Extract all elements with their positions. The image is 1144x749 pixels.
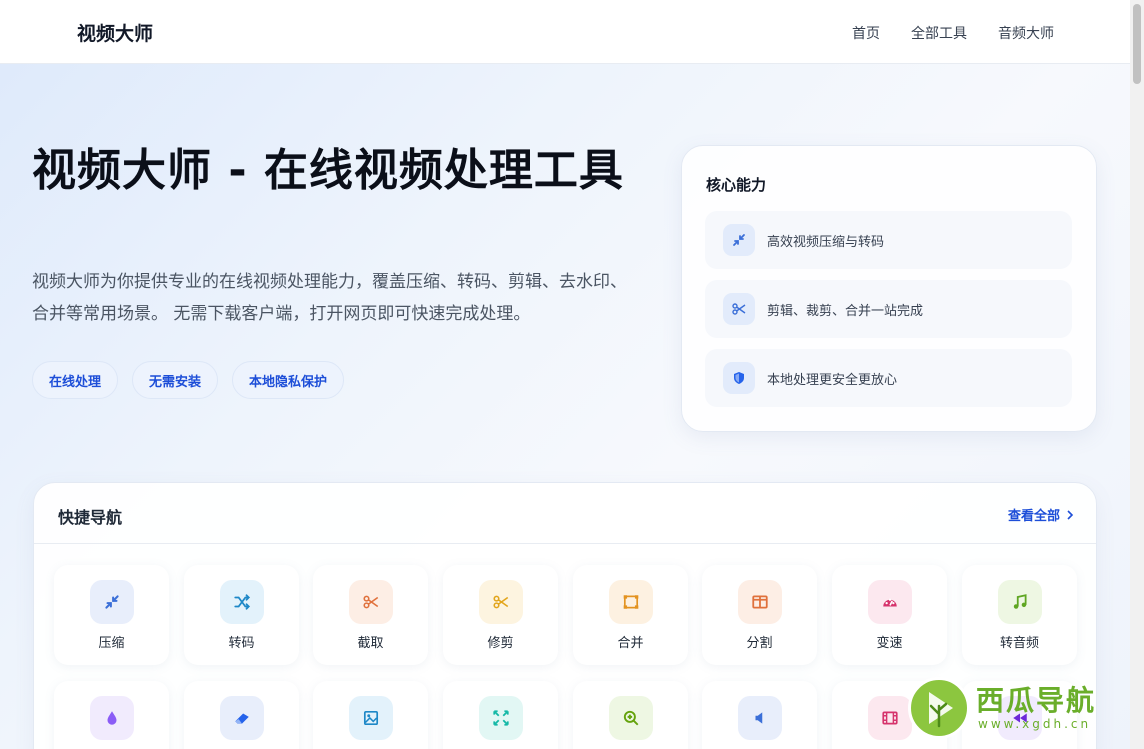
tool-label: 合并 <box>617 636 644 651</box>
zoom-in-icon <box>609 696 653 740</box>
tool-trim[interactable]: 修剪 <box>443 565 558 665</box>
drop-icon <box>90 696 134 740</box>
chevron-right-icon <box>1067 509 1074 520</box>
tool-label: 转码 <box>228 636 255 651</box>
tool-label: 截取 <box>357 636 384 651</box>
tool-to-audio[interactable]: 转音频 <box>962 565 1077 665</box>
tool-label: 压缩 <box>98 636 125 651</box>
page-title: 视频大师 - 在线视频处理工具 <box>32 145 624 196</box>
site-watermark: 西瓜导航 www.xgdh.cn <box>908 675 1128 745</box>
scissors-icon <box>349 580 393 624</box>
split-icon <box>738 580 782 624</box>
compress-icon <box>723 224 755 256</box>
watermark-name: 西瓜导航 <box>976 684 1097 717</box>
merge-frame-icon <box>609 580 653 624</box>
tool-speed[interactable]: 变速 <box>832 565 947 665</box>
quick-nav-title: 快捷导航 <box>58 508 123 527</box>
speedometer-icon <box>868 580 912 624</box>
tool-image[interactable] <box>313 681 428 749</box>
tool-label: 分割 <box>746 636 773 651</box>
tag-local-privacy: 本地隐私保护 <box>232 361 345 399</box>
volume-icon <box>738 696 782 740</box>
core-card-title: 核心能力 <box>706 176 767 194</box>
tool-watermark[interactable] <box>54 681 169 749</box>
core-item-text: 剪辑、裁剪、合并一站完成 <box>767 303 924 319</box>
tool-volume[interactable] <box>702 681 817 749</box>
tool-resize[interactable] <box>443 681 558 749</box>
tool-zoom[interactable] <box>573 681 688 749</box>
core-capabilities-card: 核心能力 高效视频压缩与转码 剪辑、裁剪、合并一站完成 本地处理更安全更放心 <box>681 145 1097 432</box>
tool-label: 修剪 <box>487 636 514 651</box>
core-item-edit: 剪辑、裁剪、合并一站完成 <box>705 280 1072 338</box>
tool-compress[interactable]: 压缩 <box>54 565 169 665</box>
view-all-link[interactable]: 查看全部 <box>1008 505 1074 524</box>
hero-description: 视频大师为你提供专业的在线视频处理能力，覆盖压缩、转码、剪辑、去水印、合并等常用… <box>32 272 627 324</box>
watermark-url: www.xgdh.cn <box>978 717 1092 731</box>
scrollbar-thumb[interactable] <box>1133 4 1141 84</box>
image-icon <box>349 696 393 740</box>
core-item-security: 本地处理更安全更放心 <box>705 349 1072 407</box>
tag-online: 在线处理 <box>32 361 119 399</box>
brand-logo[interactable]: 视频大师 <box>77 19 153 46</box>
core-item-text: 本地处理更安全更放心 <box>767 372 898 388</box>
core-item-text: 高效视频压缩与转码 <box>767 234 885 250</box>
core-item-compress: 高效视频压缩与转码 <box>705 211 1072 269</box>
main-nav: 首页 全部工具 音频大师 <box>852 23 1054 43</box>
scissors-icon <box>723 293 755 325</box>
shield-icon <box>723 362 755 394</box>
compress-icon <box>90 580 134 624</box>
tool-label: 转音频 <box>999 636 1039 651</box>
shuffle-icon <box>220 580 264 624</box>
top-navigation-bar: 视频大师 首页 全部工具 音频大师 <box>0 0 1130 64</box>
tool-split[interactable]: 分割 <box>702 565 817 665</box>
tag-no-install: 无需安装 <box>132 361 219 399</box>
feature-tags: 在线处理 无需安装 本地隐私保护 <box>32 361 345 399</box>
nav-all-tools[interactable]: 全部工具 <box>911 23 967 43</box>
view-all-label: 查看全部 <box>1007 509 1060 524</box>
page-scrollbar[interactable] <box>1130 0 1144 749</box>
tool-erase[interactable] <box>184 681 299 749</box>
scissors-icon <box>479 580 523 624</box>
music-note-icon <box>998 580 1042 624</box>
eraser-icon <box>220 696 264 740</box>
tool-label: 变速 <box>876 636 903 651</box>
film-icon <box>868 696 912 740</box>
nav-home[interactable]: 首页 <box>852 23 880 43</box>
nav-audio-master[interactable]: 音频大师 <box>998 23 1054 43</box>
tool-transcode[interactable]: 转码 <box>184 565 299 665</box>
tool-merge[interactable]: 合并 <box>573 565 688 665</box>
watermark-logo-icon <box>908 677 970 739</box>
tool-clip[interactable]: 截取 <box>313 565 428 665</box>
quick-nav-header: 快捷导航 查看全部 <box>34 483 1096 544</box>
expand-icon <box>479 696 523 740</box>
